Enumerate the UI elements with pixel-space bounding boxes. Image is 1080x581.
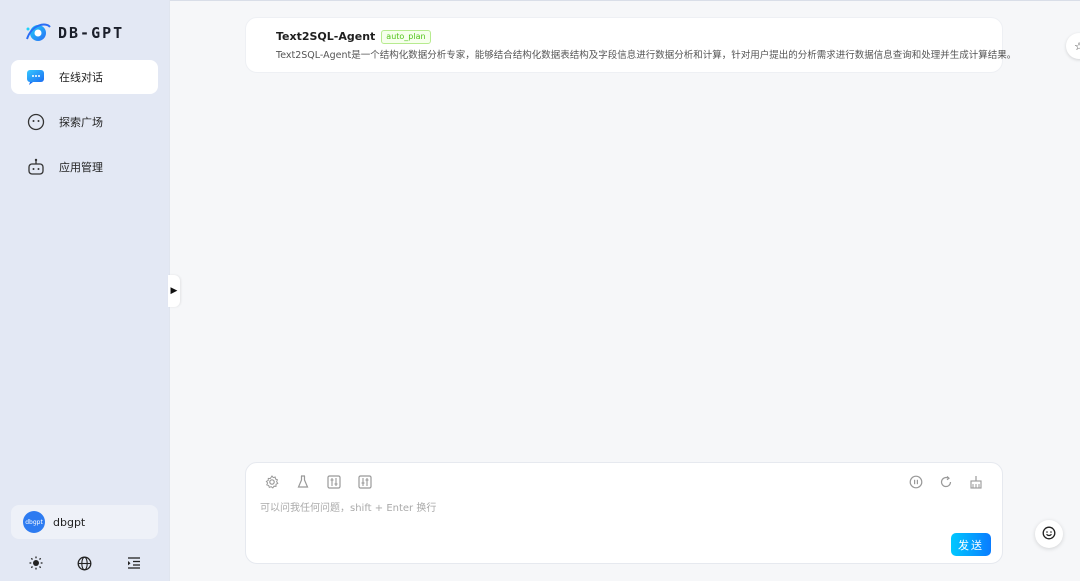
sidebar-item-label: 探索广场	[59, 116, 103, 129]
menu-fold-icon[interactable]	[124, 553, 144, 573]
robot-icon	[25, 156, 47, 178]
favorite-button[interactable]: ☆	[1066, 33, 1080, 59]
feedback-button[interactable]	[1035, 520, 1063, 548]
adjust-icon[interactable]	[356, 473, 374, 491]
sidebar-item-explore[interactable]: 探索广场	[11, 105, 158, 139]
explore-icon	[25, 111, 47, 133]
globe-icon[interactable]	[75, 553, 95, 573]
chat-input[interactable]	[260, 497, 980, 519]
refresh-icon[interactable]	[937, 473, 955, 491]
sidebar-item-label: 应用管理	[59, 161, 103, 174]
chat-input-box: 发送	[245, 462, 1003, 564]
star-icon: ☆	[1074, 39, 1080, 53]
logo-text: DB-GPT	[58, 24, 125, 42]
agent-tag: auto_plan	[381, 29, 431, 44]
sidebar-collapse-toggle[interactable]: ▶	[168, 275, 180, 307]
top-divider	[170, 0, 1080, 1]
user-card[interactable]: dbgpt dbgpt	[11, 505, 158, 539]
agent-name-row: Text2SQL-Agent auto_plan	[276, 29, 1016, 44]
flask-icon[interactable]	[294, 473, 312, 491]
sidebar-item-chat[interactable]: 在线对话	[11, 60, 158, 94]
sidebar: DB-GPT 在线对话 探索广场 应用管理 dbgpt dbgpt	[0, 0, 170, 581]
caret-right-icon: ▶	[170, 286, 178, 296]
clear-icon[interactable]	[967, 473, 985, 491]
agent-info-card: A Text2SQL-Agent auto_plan Text2SQL-Agen…	[245, 17, 1016, 73]
avatar: dbgpt	[23, 511, 45, 533]
agent-description: Text2SQL-Agent是一个结构化数据分析专家，能够结合结构化数据表结构及…	[276, 49, 1017, 61]
sidebar-item-label: 在线对话	[59, 71, 103, 84]
logo-icon	[26, 23, 51, 41]
input-toolbar-right	[907, 473, 985, 491]
sidebar-bottom-toolbar	[0, 553, 170, 573]
pause-icon[interactable]	[907, 473, 925, 491]
app-logo[interactable]: DB-GPT	[24, 20, 124, 46]
agent-name: Text2SQL-Agent	[276, 30, 376, 43]
agent-meta: Text2SQL-Agent auto_plan Text2SQL-Agent是…	[276, 29, 1017, 61]
send-button[interactable]: 发送	[951, 533, 991, 556]
smile-icon	[1042, 525, 1056, 544]
input-toolbar-left	[263, 473, 374, 491]
settings-icon[interactable]	[263, 473, 281, 491]
sidebar-item-apps[interactable]: 应用管理	[11, 150, 158, 184]
chat-icon	[25, 66, 47, 88]
sliders-icon[interactable]	[325, 473, 343, 491]
sun-icon[interactable]	[26, 553, 46, 573]
username: dbgpt	[53, 515, 86, 529]
